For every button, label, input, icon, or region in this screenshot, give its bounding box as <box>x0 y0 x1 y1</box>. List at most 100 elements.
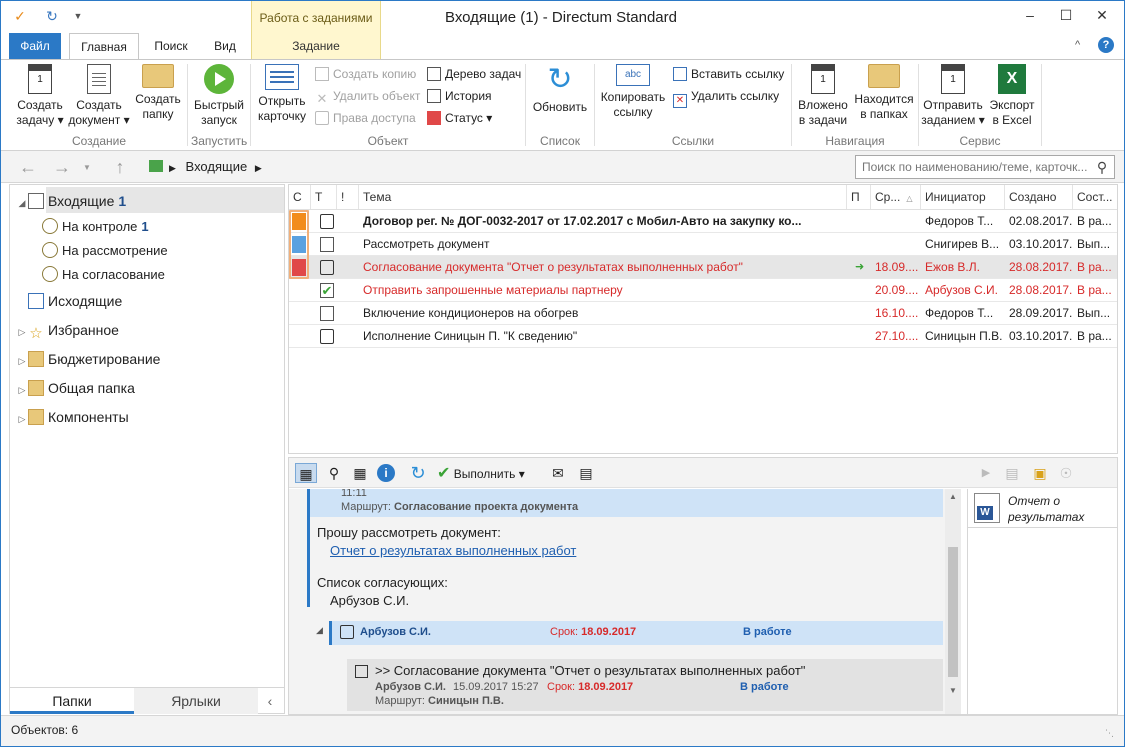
card-disabled-icon[interactable]: ▤ <box>1001 463 1023 483</box>
sidebar-item-favorites[interactable]: ▷ ☆ Избранное <box>16 318 119 342</box>
scroll-up-icon[interactable]: ▲ <box>945 489 961 505</box>
tab-home[interactable]: Главная <box>69 33 139 60</box>
column-header-p[interactable]: П <box>847 185 871 209</box>
history-dropdown-icon[interactable]: ▼ <box>83 163 91 172</box>
copy-link-button[interactable]: abc Копировать ссылку <box>597 64 669 120</box>
sidebar-item-shared-folder[interactable]: ▷ Общая папка <box>16 376 135 400</box>
maximize-button[interactable]: ☐ <box>1049 3 1083 27</box>
zoom-icon[interactable]: ⚲ <box>323 463 345 483</box>
tab-search[interactable]: Поиск <box>143 33 199 59</box>
forward-button[interactable]: → <box>51 157 73 177</box>
breadcrumb-inbox[interactable]: Входящие <box>186 159 248 174</box>
execute-button[interactable]: ✔ Выполнить ▾ <box>437 464 525 484</box>
refresh-quick-icon[interactable]: ↻ <box>43 7 61 25</box>
access-rights-button[interactable]: Права доступа <box>315 110 416 128</box>
attached-to-tasks-button[interactable]: 1 Вложено в задачи <box>794 64 852 128</box>
help-icon[interactable]: ? <box>1098 37 1114 53</box>
sidebar-item-budgeting[interactable]: ▷ Бюджетирование <box>16 347 160 371</box>
table-row[interactable]: Включение кондиционеров на обогрев 16.10.… <box>289 302 1117 325</box>
table-row[interactable]: ✔ Отправить запрошенные материалы партнер… <box>289 279 1117 302</box>
mail-icon[interactable]: ✉ <box>547 463 569 483</box>
create-folder-label: Создать папку <box>135 92 181 121</box>
sidebar-item-label: Исходящие <box>48 293 123 309</box>
tab-folders[interactable]: Папки <box>10 688 134 714</box>
scroll-thumb[interactable] <box>948 547 958 677</box>
column-header-importance[interactable]: ! <box>337 185 359 209</box>
collapsed-arrow-icon[interactable]: ▷ <box>16 320 28 344</box>
tab-view[interactable]: Вид <box>203 33 247 59</box>
create-task-button[interactable]: 1 Создать задачу ▾ <box>13 64 67 128</box>
column-header-state[interactable]: Сост... <box>1073 185 1117 209</box>
delete-link-button[interactable]: ✕ Удалить ссылку <box>673 88 779 108</box>
send-task-button[interactable]: 1 Отправить заданием ▾ <box>921 64 985 128</box>
sidebar-item-inbox[interactable]: ◢ Входящие 1 <box>16 189 126 213</box>
group-navigation-label: Навигация <box>825 134 885 148</box>
scroll-down-icon[interactable]: ▼ <box>945 683 961 699</box>
collapse-sidebar-icon[interactable]: ‹ <box>260 688 280 714</box>
create-folder-button[interactable]: Создать папку <box>131 64 185 122</box>
create-document-button[interactable]: Создать документ ▾ <box>67 64 131 128</box>
attachment-title[interactable]: Отчет о результатах выпол... <box>1008 493 1116 527</box>
status-button[interactable]: Статус ▾ <box>427 110 492 128</box>
sidebar-item-for-review[interactable]: На рассмотрение <box>42 239 168 263</box>
expanded-arrow-icon[interactable]: ◢ <box>316 625 323 636</box>
chevron-right-icon[interactable]: ▶ <box>169 163 176 173</box>
column-header-created[interactable]: Создано <box>1005 185 1073 209</box>
in-folders-button[interactable]: Находится в папках <box>852 64 916 122</box>
copy-icon <box>315 67 329 81</box>
task-tree-button[interactable]: Дерево задач <box>427 66 521 84</box>
collapse-ribbon-icon[interactable]: ^ <box>1075 39 1080 51</box>
stamp-icon[interactable]: ☉ <box>1055 463 1077 483</box>
collapsed-arrow-icon[interactable]: ▷ <box>16 349 28 373</box>
expanded-arrow-icon[interactable]: ◢ <box>16 191 28 215</box>
send-calendar-icon[interactable]: ▤ <box>575 463 597 483</box>
delete-object-button[interactable]: ✕ Удалить объект <box>315 88 421 106</box>
nested-subtask-card[interactable]: >> Согласование документа "Отчет о резул… <box>347 659 943 711</box>
cell-initiator: Федоров Т... <box>925 214 994 228</box>
column-header-t[interactable]: Т <box>311 185 337 209</box>
column-header-subject[interactable]: Тема <box>359 185 847 209</box>
column-header-c[interactable]: С <box>289 185 311 209</box>
export-excel-button[interactable]: X Экспорт в Excel <box>985 64 1039 128</box>
info-icon[interactable]: i <box>377 464 395 482</box>
create-copy-button[interactable]: Создать копию <box>315 66 416 84</box>
table-row[interactable]: Согласование документа "Отчет о результа… <box>289 256 1117 279</box>
grid-view-icon[interactable]: ▦ <box>349 463 371 483</box>
up-button[interactable]: ↑ <box>109 157 131 177</box>
refresh-icon[interactable]: ↻ <box>407 463 429 483</box>
minimize-button[interactable]: – <box>1013 3 1047 27</box>
hierarchy-view-icon[interactable]: ▦ <box>295 463 317 483</box>
collapsed-arrow-icon[interactable]: ▷ <box>16 378 28 402</box>
table-row[interactable]: Рассмотреть документ Снигирев В... 03.10.2… <box>289 233 1117 256</box>
lock-icon[interactable]: ▣ <box>1029 463 1051 483</box>
sidebar-item-for-approval[interactable]: На согласование <box>42 263 165 287</box>
chevron-right-icon[interactable]: ▶ <box>255 163 262 173</box>
search-input[interactable]: Поиск по наименованию/теме, карточк... ⚲ <box>855 155 1115 179</box>
paste-link-button[interactable]: Вставить ссылку <box>673 66 784 84</box>
sidebar-item-components[interactable]: ▷ Компоненты <box>16 405 129 429</box>
column-header-initiator[interactable]: Инициатор <box>921 185 1005 209</box>
history-button[interactable]: История <box>427 88 492 106</box>
collapsed-arrow-icon[interactable]: ▷ <box>16 407 28 431</box>
quick-access-menu-icon[interactable]: ▼ <box>69 7 87 25</box>
quick-run-button[interactable]: Быстрый запуск <box>191 64 247 128</box>
close-button[interactable]: ✕ <box>1085 3 1119 27</box>
sidebar-item-outgoing[interactable]: Исходящие <box>16 289 122 313</box>
thread-scrollbar[interactable]: ▲ ▼ <box>945 489 961 714</box>
refresh-button[interactable]: ↻ Обновить <box>529 64 591 115</box>
clock-folder-icon <box>42 266 58 282</box>
column-header-due[interactable]: Ср... △ <box>871 185 921 209</box>
subtask-row[interactable]: ◢ Арбузов С.И. Срок: 18.09.2017 В работе <box>316 621 943 645</box>
table-row[interactable]: Договор рег. № ДОГ-0032-2017 от 17.02.20… <box>289 210 1117 233</box>
next-arrow-icon[interactable]: ▶ <box>975 463 997 483</box>
open-card-button[interactable]: Открыть карточку <box>253 64 311 124</box>
sidebar-item-label: Входящие <box>48 193 115 209</box>
tab-labels[interactable]: Ярлыки <box>134 688 258 714</box>
document-link[interactable]: Отчет о результатах выполненных работ <box>330 543 576 558</box>
resize-grip-icon[interactable]: ⋱ <box>1105 728 1114 739</box>
tab-file[interactable]: Файл <box>9 33 61 59</box>
sidebar-item-on-control[interactable]: На контроле 1 <box>42 215 149 239</box>
back-button[interactable]: ← <box>17 157 39 177</box>
table-row[interactable]: Исполнение Синицын П. "К сведению" 27.10.… <box>289 325 1117 348</box>
search-icon[interactable]: ⚲ <box>1094 159 1110 175</box>
